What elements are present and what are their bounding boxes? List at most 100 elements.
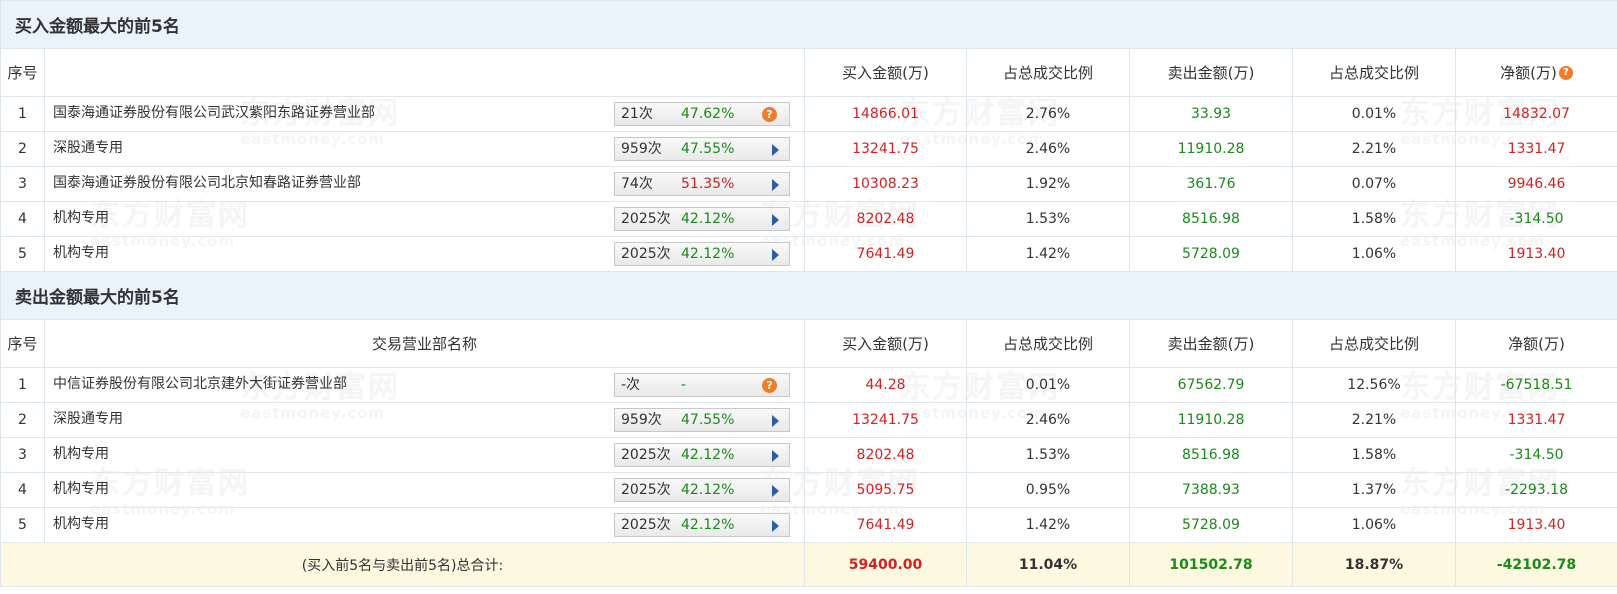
- broker-name[interactable]: 中信证券股份有限公司北京建外大街证券营业部: [53, 373, 347, 393]
- question-icon[interactable]: ?: [762, 107, 777, 122]
- sell-pct: 0.07%: [1292, 166, 1456, 202]
- broker-stats-box[interactable]: 959次 47.55%: [614, 408, 790, 432]
- broker-cell: 机构专用 2025次 42.12%: [44, 507, 805, 543]
- buy-amount: 14866.01: [804, 96, 967, 132]
- total-buy-pct: 11.04%: [966, 542, 1130, 587]
- arrow-right-icon[interactable]: [772, 450, 779, 462]
- net-amount: 9946.46: [1454, 166, 1617, 202]
- header-buy-pct: 占总成交比例: [966, 319, 1130, 368]
- trade-count: -次: [621, 377, 641, 393]
- win-rate: 47.55%: [681, 412, 735, 428]
- total-sell-pct: 18.87%: [1292, 542, 1456, 587]
- arrow-right-icon[interactable]: [772, 485, 779, 497]
- sell-amount: 5728.09: [1129, 236, 1293, 272]
- broker-name[interactable]: 机构专用: [53, 443, 109, 463]
- header-net: 净额(万)?: [1454, 48, 1617, 97]
- buy-pct: 2.46%: [966, 131, 1130, 167]
- sell-amount: 7388.93: [1129, 472, 1293, 508]
- buy-amount: 8202.48: [804, 437, 967, 473]
- broker-cell: 机构专用 2025次 42.12%: [44, 201, 805, 237]
- row-index: 2: [0, 131, 45, 167]
- sell-pct: 1.06%: [1292, 236, 1456, 272]
- buy-amount: 7641.49: [804, 236, 967, 272]
- table-row: 3 机构专用 2025次 42.12% 8202.48 1.53% 8516.98 1.58%…: [0, 437, 1617, 473]
- row-index: 2: [0, 402, 45, 438]
- trade-count: 959次: [621, 412, 662, 428]
- broker-stats-box[interactable]: 21次 47.62%?: [614, 102, 790, 126]
- buy-pct: 1.42%: [966, 507, 1130, 543]
- buy-amount: 5095.75: [804, 472, 967, 508]
- sell-header-row: 序号 交易营业部名称 买入金额(万) 占总成交比例 卖出金额(万) 占总成交比例…: [0, 319, 1617, 368]
- sell-amount: 67562.79: [1129, 367, 1293, 403]
- win-rate: 42.12%: [681, 246, 735, 262]
- broker-stats-box[interactable]: 74次 51.35%: [614, 172, 790, 196]
- help-question-icon[interactable]: ?: [1558, 66, 1573, 80]
- row-index: 5: [0, 236, 45, 272]
- sell-pct: 12.56%: [1292, 367, 1456, 403]
- buy-pct: 0.01%: [966, 367, 1130, 403]
- win-rate: 42.12%: [681, 211, 735, 227]
- table-row: 4 机构专用 2025次 42.12% 5095.75 0.95% 7388.93 1.37%…: [0, 472, 1617, 508]
- header-net-label: 净额(万): [1500, 64, 1557, 82]
- arrow-right-icon[interactable]: [772, 214, 779, 226]
- sell-amount: 361.76: [1129, 166, 1293, 202]
- table-row: 1 国泰海通证券股份有限公司武汉紫阳东路证券营业部 21次 47.62%? 14866.…: [0, 96, 1617, 132]
- buy-amount: 44.28: [804, 367, 967, 403]
- table-row: 4 机构专用 2025次 42.12% 8202.48 1.53% 8516.98 1.58%…: [0, 201, 1617, 237]
- trade-count: 21次: [621, 106, 653, 122]
- broker-name[interactable]: 机构专用: [53, 513, 109, 533]
- sell-amount: 11910.28: [1129, 402, 1293, 438]
- trade-count: 2025次: [621, 246, 671, 262]
- trade-count: 2025次: [621, 211, 671, 227]
- table-row: 1 中信证券股份有限公司北京建外大街证券营业部 -次 -? 44.28 0.01% 6756…: [0, 367, 1617, 403]
- header-idx: 序号: [0, 319, 45, 368]
- row-index: 4: [0, 472, 45, 508]
- broker-stats-box[interactable]: -次 -?: [614, 373, 790, 397]
- broker-name[interactable]: 国泰海通证券股份有限公司北京知春路证券营业部: [53, 172, 361, 192]
- trade-count: 2025次: [621, 517, 671, 533]
- total-row: (买入前5名与卖出前5名)总合计: 59400.00 11.04% 101502…: [0, 542, 1617, 587]
- table-row: 5 机构专用 2025次 42.12% 7641.49 1.42% 5728.09 1.06%…: [0, 507, 1617, 543]
- buy-amount: 13241.75: [804, 402, 967, 438]
- broker-cell: 深股通专用 959次 47.55%: [44, 131, 805, 167]
- broker-stats-box[interactable]: 959次 47.55%: [614, 137, 790, 161]
- broker-stats-box[interactable]: 2025次 42.12%: [614, 207, 790, 231]
- broker-stats-box[interactable]: 2025次 42.12%: [614, 513, 790, 537]
- broker-name[interactable]: 深股通专用: [53, 408, 123, 428]
- lhb-table: 买入金额最大的前5名 序号 买入金额(万) 占总成交比例 卖出金额(万) 占总成…: [0, 0, 1617, 587]
- question-icon[interactable]: ?: [762, 378, 777, 393]
- buy-amount: 13241.75: [804, 131, 967, 167]
- broker-cell: 机构专用 2025次 42.12%: [44, 437, 805, 473]
- sell-amount: 33.93: [1129, 96, 1293, 132]
- win-rate: 51.35%: [681, 176, 735, 192]
- broker-stats-box[interactable]: 2025次 42.12%: [614, 242, 790, 266]
- broker-cell: 国泰海通证券股份有限公司武汉紫阳东路证券营业部 21次 47.62%?: [44, 96, 805, 132]
- trade-count: 2025次: [621, 482, 671, 498]
- buy-pct: 0.95%: [966, 472, 1130, 508]
- broker-name[interactable]: 国泰海通证券股份有限公司武汉紫阳东路证券营业部: [53, 102, 375, 122]
- table-row: 3 国泰海通证券股份有限公司北京知春路证券营业部 74次 51.35% 10308.23…: [0, 166, 1617, 202]
- net-amount: 1913.40: [1454, 507, 1617, 543]
- buy-section-title: 买入金额最大的前5名: [0, 0, 1617, 49]
- sell-amount: 8516.98: [1129, 437, 1293, 473]
- header-sell: 卖出金额(万): [1129, 48, 1293, 97]
- arrow-right-icon[interactable]: [772, 144, 779, 156]
- header-buy-pct: 占总成交比例: [966, 48, 1130, 97]
- broker-name[interactable]: 机构专用: [53, 478, 109, 498]
- broker-name[interactable]: 机构专用: [53, 242, 109, 262]
- row-index: 3: [0, 437, 45, 473]
- arrow-right-icon[interactable]: [772, 249, 779, 261]
- win-rate: 42.12%: [681, 447, 735, 463]
- arrow-right-icon[interactable]: [772, 520, 779, 532]
- table-row: 2 深股通专用 959次 47.55% 13241.75 2.46% 11910.28 2.2…: [0, 131, 1617, 167]
- net-amount: -314.50: [1454, 437, 1617, 473]
- broker-name[interactable]: 机构专用: [53, 207, 109, 227]
- arrow-right-icon[interactable]: [772, 415, 779, 427]
- sell-amount: 11910.28: [1129, 131, 1293, 167]
- broker-stats-box[interactable]: 2025次 42.12%: [614, 443, 790, 467]
- arrow-right-icon[interactable]: [772, 179, 779, 191]
- broker-name[interactable]: 深股通专用: [53, 137, 123, 157]
- win-rate: -: [681, 377, 687, 393]
- sell-pct: 1.58%: [1292, 201, 1456, 237]
- broker-stats-box[interactable]: 2025次 42.12%: [614, 478, 790, 502]
